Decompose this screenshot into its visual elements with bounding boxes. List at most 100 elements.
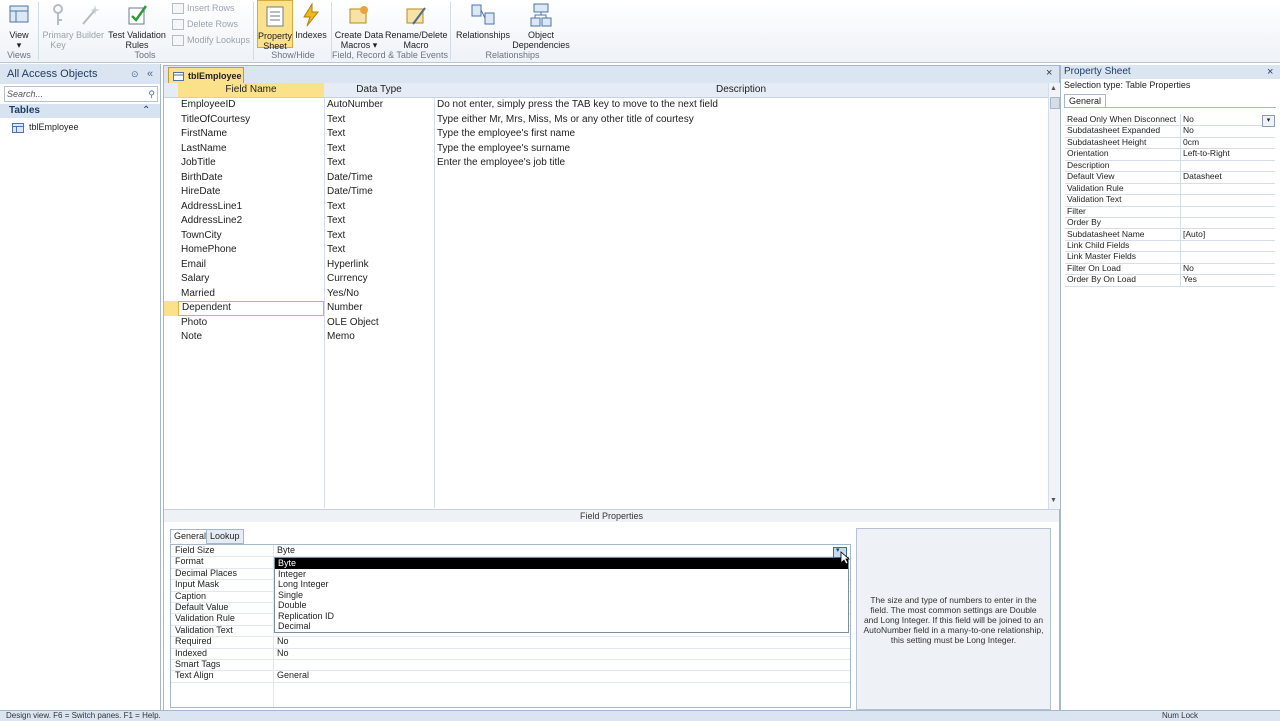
- tab-general[interactable]: General: [170, 529, 211, 544]
- primary-key-button[interactable]: Primary Key: [42, 0, 74, 50]
- delete-rows-button[interactable]: Delete Rows: [172, 17, 238, 31]
- data-type-cell[interactable]: Text: [324, 113, 434, 128]
- row-selector[interactable]: [164, 113, 178, 128]
- dropdown-option[interactable]: Byte: [275, 558, 848, 569]
- dropdown-option[interactable]: Long Integer: [275, 579, 848, 590]
- property-row[interactable]: Text Align General: [171, 670, 850, 683]
- data-type-cell[interactable]: AutoNumber: [324, 98, 434, 113]
- data-type-cell[interactable]: Yes/No: [324, 287, 434, 302]
- property-value[interactable]: Byte: [277, 545, 295, 556]
- property-sheet-value[interactable]: Yes: [1183, 274, 1273, 285]
- property-sheet-value[interactable]: No: [1183, 263, 1273, 274]
- table-row[interactable]: HomePhone Text: [164, 243, 1048, 258]
- data-type-cell[interactable]: Text: [324, 127, 434, 142]
- field-name-cell[interactable]: FirstName: [178, 127, 324, 142]
- property-sheet-row[interactable]: Order By On Load Yes: [1065, 274, 1275, 287]
- description-cell[interactable]: [434, 229, 1048, 244]
- field-name-cell[interactable]: Email: [178, 258, 324, 273]
- table-row[interactable]: AddressLine1 Text: [164, 200, 1048, 215]
- table-row[interactable]: TownCity Text: [164, 229, 1048, 244]
- field-name-cell[interactable]: Salary: [178, 272, 324, 287]
- property-sheet-value[interactable]: Left-to-Right: [1183, 148, 1273, 159]
- collapse-group-icon[interactable]: ⌃: [142, 104, 150, 118]
- search-icon[interactable]: ⚲: [148, 87, 155, 101]
- field-name-cell[interactable]: EmployeeID: [178, 98, 324, 113]
- test-validation-rules-button[interactable]: Test Validation Rules: [106, 0, 168, 50]
- description-cell[interactable]: [434, 200, 1048, 215]
- field-size-dropdown-list[interactable]: Byte Integer Long Integer Single Double Repli…: [274, 557, 849, 633]
- tab-tblemployee[interactable]: tblEmployee: [168, 67, 244, 84]
- table-row[interactable]: JobTitle Text Enter the employee's job tit…: [164, 156, 1048, 171]
- data-type-cell[interactable]: Text: [324, 142, 434, 157]
- data-type-cell[interactable]: Text: [324, 214, 434, 229]
- tab-lookup[interactable]: Lookup: [206, 529, 244, 544]
- row-selector[interactable]: [164, 243, 178, 258]
- dropdown-option[interactable]: Decimal: [275, 621, 848, 632]
- data-type-cell[interactable]: Hyperlink: [324, 258, 434, 273]
- field-name-cell[interactable]: TownCity: [178, 229, 324, 244]
- field-name-cell[interactable]: AddressLine1: [178, 200, 324, 215]
- description-cell[interactable]: [434, 258, 1048, 273]
- field-name-cell[interactable]: HomePhone: [178, 243, 324, 258]
- row-selector[interactable]: [164, 316, 178, 331]
- table-row[interactable]: Photo OLE Object: [164, 316, 1048, 331]
- scroll-down-icon[interactable]: ▼: [1050, 497, 1057, 504]
- field-name-cell[interactable]: LastName: [178, 142, 324, 157]
- row-selector[interactable]: [164, 272, 178, 287]
- property-sheet-tab-general[interactable]: General: [1064, 94, 1107, 108]
- search-input[interactable]: Search... ⚲: [4, 86, 158, 102]
- field-name-cell[interactable]: JobTitle: [178, 156, 324, 171]
- data-type-cell[interactable]: Text: [324, 156, 434, 171]
- property-sheet-value[interactable]: 0cm: [1183, 137, 1273, 148]
- insert-rows-button[interactable]: Insert Rows: [172, 1, 235, 15]
- relationships-button[interactable]: Relationships: [455, 0, 511, 40]
- property-sheet-button[interactable]: Property Sheet: [257, 0, 293, 51]
- row-selector[interactable]: [164, 229, 178, 244]
- table-row[interactable]: LastName Text Type the employee's surname: [164, 142, 1048, 157]
- navigation-pane-header[interactable]: All Access Objects ⊙ «: [0, 64, 160, 84]
- row-selector[interactable]: [164, 287, 178, 302]
- close-icon[interactable]: ×: [1046, 67, 1052, 79]
- read-only-dropdown-icon[interactable]: ▾: [1262, 115, 1275, 127]
- data-type-cell[interactable]: Number: [324, 301, 434, 316]
- object-dependencies-button[interactable]: Object Dependencies: [512, 0, 570, 50]
- table-row[interactable]: Dependent Number: [164, 301, 1048, 316]
- dropdown-option[interactable]: Double: [275, 600, 848, 611]
- description-cell[interactable]: Type the employee's surname: [434, 142, 1048, 157]
- data-type-cell[interactable]: Text: [324, 229, 434, 244]
- description-cell[interactable]: Do not enter, simply press the TAB key t…: [434, 98, 1048, 113]
- create-data-macros-button[interactable]: Create Data Macros ▾: [334, 0, 384, 50]
- description-cell[interactable]: Enter the employee's job title: [434, 156, 1048, 171]
- indexes-button[interactable]: Indexes: [294, 0, 328, 40]
- nav-item-tblemployee[interactable]: tblEmployee: [12, 120, 79, 134]
- table-row[interactable]: Married Yes/No: [164, 287, 1048, 302]
- table-row[interactable]: Note Memo: [164, 330, 1048, 345]
- description-cell[interactable]: [434, 272, 1048, 287]
- description-cell[interactable]: Type the employee's first name: [434, 127, 1048, 142]
- chevron-down-icon[interactable]: ⊙: [131, 64, 139, 84]
- close-icon[interactable]: ×: [1267, 65, 1273, 79]
- property-value[interactable]: General: [277, 670, 309, 681]
- rename-delete-macro-button[interactable]: Rename/Delete Macro: [385, 0, 448, 50]
- dropdown-option[interactable]: Single: [275, 590, 848, 601]
- field-name-cell[interactable]: Dependent: [178, 301, 324, 316]
- row-selector[interactable]: [164, 200, 178, 215]
- row-selector[interactable]: [164, 301, 178, 316]
- table-row[interactable]: EmployeeID AutoNumber Do not enter, simply…: [164, 98, 1048, 113]
- table-row[interactable]: TitleOfCourtesy Text Type either Mr, Mrs, …: [164, 113, 1048, 128]
- description-cell[interactable]: [434, 243, 1048, 258]
- data-type-cell[interactable]: Text: [324, 200, 434, 215]
- property-sheet-value[interactable]: No: [1183, 114, 1273, 125]
- scroll-up-icon[interactable]: ▲: [1050, 85, 1057, 92]
- property-sheet-value[interactable]: Datasheet: [1183, 171, 1273, 182]
- field-name-cell[interactable]: HireDate: [178, 185, 324, 200]
- nav-group-tables[interactable]: Tables ⌃: [0, 104, 160, 118]
- description-cell[interactable]: [434, 330, 1048, 345]
- dropdown-option[interactable]: Integer: [275, 569, 848, 580]
- row-selector[interactable]: [164, 330, 178, 345]
- table-row[interactable]: Email Hyperlink: [164, 258, 1048, 273]
- builder-button[interactable]: Builder: [75, 0, 105, 40]
- row-selector[interactable]: [164, 142, 178, 157]
- property-value[interactable]: No: [277, 648, 289, 659]
- row-selector[interactable]: [164, 258, 178, 273]
